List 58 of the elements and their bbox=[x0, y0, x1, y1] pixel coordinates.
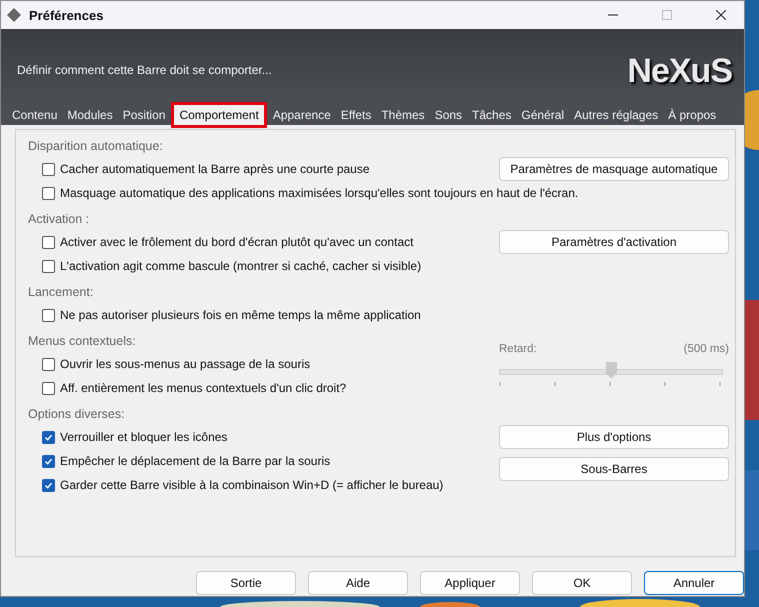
checkbox[interactable] bbox=[42, 358, 55, 370]
dialog-button[interactable]: Aide bbox=[308, 571, 408, 595]
checkbox-label: Aff. entièrement les menus contextuels d'un clic droit? bbox=[60, 381, 346, 395]
checkbox[interactable] bbox=[42, 260, 55, 272]
dialog-button[interactable]: Appliquer bbox=[420, 571, 520, 595]
window-title: Préférences bbox=[29, 8, 104, 22]
check-icon bbox=[44, 480, 53, 490]
checkbox-label: Activer avec le frôlement du bord d'écran plutôt qu'avec un contact bbox=[60, 235, 414, 249]
tab[interactable]: Contenu bbox=[7, 105, 62, 125]
tab[interactable]: Position bbox=[118, 105, 170, 125]
checkbox[interactable] bbox=[42, 382, 55, 394]
options-button[interactable]: Sous-Barres bbox=[499, 457, 729, 481]
options-button[interactable]: Plus d'options bbox=[499, 425, 729, 449]
tab[interactable]: À propos bbox=[663, 105, 722, 125]
checkbox[interactable] bbox=[42, 308, 55, 322]
check-icon bbox=[44, 432, 53, 442]
maximize-icon bbox=[662, 10, 672, 20]
checkbox-label: Garder cette Barre visible à la combinaison Win+D (= afficher le bureau) bbox=[60, 478, 444, 492]
tab[interactable]: Apparence bbox=[268, 105, 336, 125]
tab[interactable]: Effets bbox=[336, 105, 376, 125]
checkbox-label: Ouvrir les sous-menus au passage de la souris bbox=[60, 357, 310, 371]
checkbox-label: Cacher automatiquement la Barre après une courte pause bbox=[60, 162, 370, 176]
tab[interactable]: Sons bbox=[430, 105, 468, 125]
checkbox[interactable] bbox=[42, 430, 55, 444]
checkbox[interactable] bbox=[42, 454, 55, 468]
options-button[interactable]: Paramètres d'activation bbox=[499, 230, 729, 254]
tab[interactable]: Autres réglages bbox=[569, 105, 664, 125]
header-description: Définir comment cette Barre doit se comporter... bbox=[17, 63, 272, 77]
options-button[interactable]: Paramètres de masquage automatique bbox=[499, 157, 729, 181]
diamond-icon bbox=[7, 8, 21, 22]
section-title: Options diverses: bbox=[28, 407, 126, 421]
checkbox-label: Ne pas autoriser plusieurs fois en même temps la même application bbox=[60, 308, 421, 322]
checkbox-label: Verrouiller et bloquer les icônes bbox=[60, 430, 228, 444]
check-icon bbox=[44, 456, 53, 466]
slider-thumb[interactable] bbox=[606, 362, 617, 378]
logo: NeXuS bbox=[627, 52, 732, 90]
close-icon bbox=[716, 10, 726, 20]
dialog-button[interactable]: Annuler bbox=[644, 571, 744, 595]
slider-reading: (500 ms) bbox=[684, 342, 729, 354]
checkbox-label: Masquage automatique des applications maximisées lorsqu'elles sont toujours en haut de l'écran. bbox=[60, 186, 578, 200]
section-title: Disparition automatique: bbox=[28, 139, 164, 153]
section-title: Menus contextuels: bbox=[28, 334, 137, 348]
checkbox[interactable] bbox=[42, 186, 55, 200]
tab[interactable]: Modules bbox=[62, 105, 118, 125]
section-title: Lancement: bbox=[28, 285, 94, 299]
dialog-button[interactable]: Sortie bbox=[196, 571, 296, 595]
tab[interactable]: Comportement bbox=[174, 105, 264, 125]
checkbox-label: L'activation agit comme bascule (montrer si caché, cacher si visible) bbox=[60, 259, 422, 273]
slider-label: Retard: bbox=[499, 342, 537, 354]
checkbox-label: Empêcher le déplacement de la Barre par la souris bbox=[60, 454, 330, 468]
checkbox[interactable] bbox=[42, 162, 55, 176]
tab[interactable]: Thèmes bbox=[376, 105, 430, 125]
section-title: Activation : bbox=[28, 212, 90, 226]
checkbox[interactable] bbox=[42, 236, 55, 248]
tab[interactable]: Tâches bbox=[467, 105, 516, 125]
dialog-button[interactable]: OK bbox=[532, 571, 632, 595]
tab[interactable]: Général bbox=[516, 105, 570, 125]
checkbox[interactable] bbox=[42, 478, 55, 492]
